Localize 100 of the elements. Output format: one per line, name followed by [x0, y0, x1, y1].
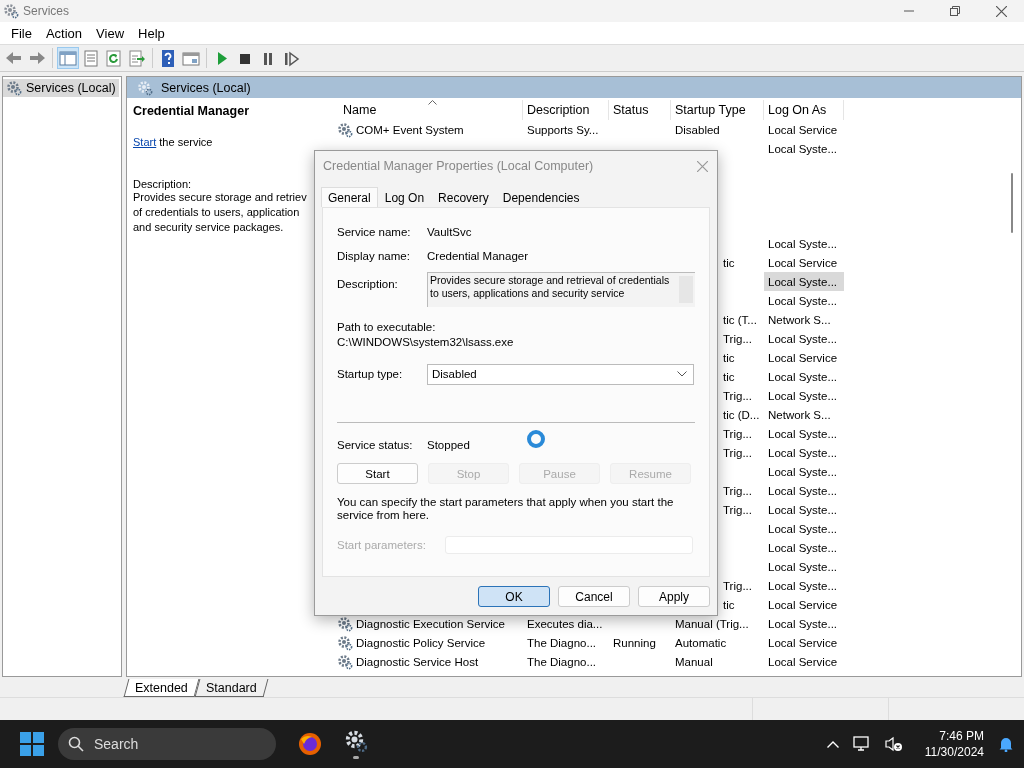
windows-logo-icon[interactable] — [20, 732, 44, 756]
table-cell: Local Service — [768, 256, 838, 269]
search-field[interactable]: Search — [58, 728, 276, 760]
table-cell: Local Service — [768, 636, 838, 649]
services-app-button[interactable] — [344, 729, 368, 759]
network-icon[interactable] — [852, 736, 871, 752]
gear-icon — [137, 79, 153, 96]
table-cell: Trig... — [723, 389, 752, 402]
refresh-icon — [105, 49, 123, 67]
gear-icon — [344, 729, 368, 753]
table-cell: Local Service — [768, 123, 838, 136]
app-gear-icon — [3, 3, 19, 19]
restore-icon[interactable] — [950, 6, 960, 16]
field-label: Service name: — [337, 226, 412, 238]
bell-icon[interactable] — [998, 736, 1014, 752]
table-cell: tic — [723, 598, 735, 611]
table-cell: Trig... — [723, 427, 752, 440]
table-cell: Local Syste... — [768, 617, 838, 630]
table-cell: Local Syste... — [768, 465, 838, 478]
column-header[interactable]: Startup Type — [671, 100, 764, 120]
chevron-down-icon — [677, 371, 687, 377]
selected-cell: Local Syste... — [768, 275, 838, 288]
table-cell: Network S... — [768, 313, 831, 326]
field-label: Description: — [337, 278, 399, 290]
table-cell: Supports Sy... — [527, 123, 599, 136]
pane-icon — [59, 49, 77, 67]
startup-type-dropdown[interactable]: Disabled — [427, 363, 694, 385]
table-cell: Local Syste... — [768, 237, 838, 250]
dialog-title: Credential Manager Properties (Local Computer) — [323, 159, 594, 173]
table-cell: Local Syste... — [768, 370, 838, 383]
field-label: Start parameters: — [337, 539, 427, 551]
service-button[interactable]: Start — [337, 463, 418, 484]
column-header[interactable]: Log On As — [764, 100, 844, 120]
table-cell: The Diagno... — [527, 655, 597, 668]
description-text: of credentials to users, application — [133, 205, 301, 220]
pane-button[interactable] — [57, 47, 79, 69]
field-value: Stopped — [427, 439, 470, 451]
table-cell: The Diagno... — [527, 636, 597, 649]
view-tab[interactable]: Standard — [194, 679, 268, 697]
chevron-up-icon[interactable] — [826, 740, 839, 748]
table-cell: Trig... — [723, 579, 752, 592]
close-icon[interactable] — [995, 5, 1007, 17]
service-name[interactable]: Diagnostic Execution Service — [356, 617, 505, 630]
table-cell: Local Syste... — [768, 503, 838, 516]
column-header[interactable]: Status — [609, 100, 671, 120]
window-title: Services — [23, 4, 69, 18]
clock-time[interactable]: 7:46 PM — [939, 728, 984, 744]
dialog-button[interactable]: Apply — [638, 586, 710, 607]
menu-item[interactable]: File — [4, 23, 39, 43]
selected-row-highlight[interactable]: Local Syste... — [764, 272, 844, 291]
dialog-tab[interactable]: Log On — [377, 188, 432, 207]
description-text: Provides secure storage and retriev — [133, 190, 308, 205]
help-icon — [159, 49, 177, 67]
description-label: Description: — [133, 178, 193, 190]
dialog-tab[interactable]: Recovery — [431, 188, 496, 207]
resume-icon — [282, 49, 300, 67]
table-cell: Trig... — [723, 503, 752, 516]
service-name[interactable]: Diagnostic Policy Service — [356, 636, 486, 649]
speaker-muted-icon[interactable] — [884, 736, 903, 752]
start-link[interactable]: Start — [133, 136, 157, 148]
scrollbar-thumb[interactable] — [1011, 173, 1013, 233]
browser-app-button[interactable] — [298, 732, 322, 756]
field-label: Service status: — [337, 439, 414, 451]
table-cell: Manual (Trig... — [675, 617, 749, 630]
table-cell: Local Syste... — [768, 446, 838, 459]
busy-cursor-icon — [526, 429, 546, 449]
clock-date[interactable]: 11/30/2024 — [924, 744, 984, 760]
column-header[interactable]: Description — [523, 100, 609, 120]
menu-item[interactable]: Action — [38, 23, 90, 43]
table-cell: Local Syste... — [768, 294, 838, 307]
column-header[interactable]: Name — [333, 100, 523, 120]
export-button[interactable] — [126, 47, 148, 69]
service-name[interactable]: COM+ Event System — [356, 123, 464, 136]
table-cell: tic — [723, 351, 735, 364]
table-cell: Trig... — [723, 484, 752, 497]
field-value: VaultSvc — [427, 226, 472, 238]
globe-icon — [298, 732, 322, 756]
menu-item[interactable]: View — [89, 23, 132, 43]
dialog-button[interactable]: OK — [478, 586, 550, 607]
view-tab[interactable]: Extended — [123, 679, 200, 697]
table-cell: Local Syste... — [768, 522, 838, 535]
export-icon — [128, 49, 146, 67]
field-label: Display name: — [337, 250, 411, 262]
service-name[interactable]: Diagnostic Service Host — [356, 655, 479, 668]
table-cell: Trig... — [723, 332, 752, 345]
description-text: and security service packages. — [133, 220, 285, 235]
table-cell: tic (D... — [723, 408, 760, 421]
tree-item[interactable]: Services (Local) — [3, 79, 119, 97]
dialog-tab[interactable]: Dependencies — [495, 188, 587, 207]
table-cell: Executes dia... — [527, 617, 603, 630]
dialog-tab[interactable]: General — [321, 187, 378, 207]
gear-icon — [337, 121, 353, 138]
dialog-button[interactable]: Cancel — [558, 586, 630, 607]
table-cell: Running — [613, 636, 656, 649]
back-icon — [5, 49, 23, 67]
table-cell: Local Syste... — [768, 332, 838, 345]
table-cell: tic (T... — [723, 313, 757, 326]
menu-item[interactable]: Help — [131, 23, 172, 43]
table-cell: Local Syste... — [768, 541, 838, 554]
table-cell: Trig... — [723, 446, 752, 459]
